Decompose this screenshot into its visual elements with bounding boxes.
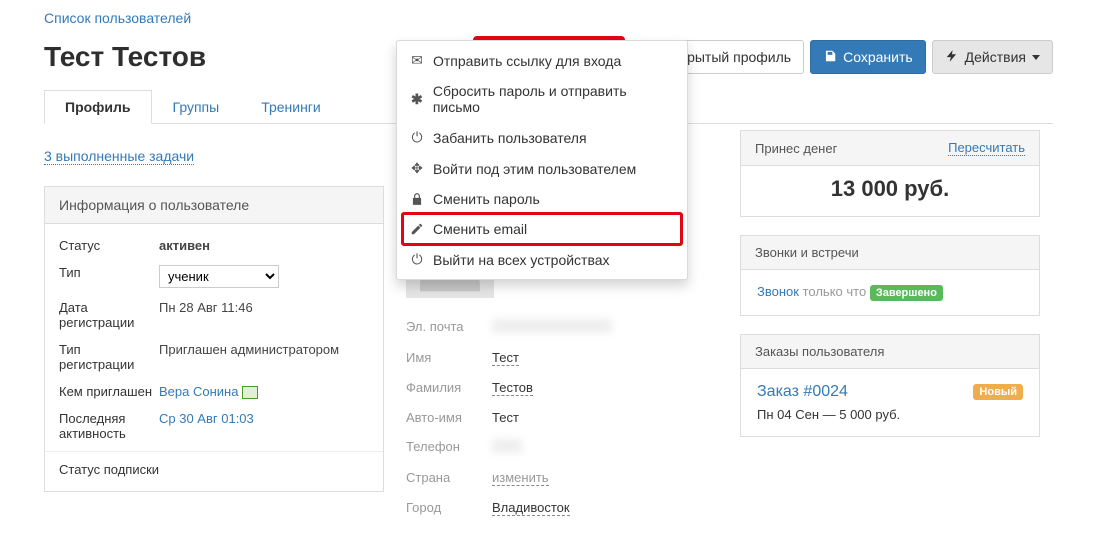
power-icon: ⏻ (409, 129, 425, 146)
asterisk-icon: ✱ (409, 91, 425, 108)
actions-label: Действия (965, 49, 1026, 65)
firstname-label: Имя (406, 350, 492, 366)
menu-logout-all[interactable]: ⏻ Выйти на всех устройствах (397, 244, 687, 275)
invited-by-label: Кем приглашен (59, 384, 159, 399)
envelope-icon: ✉ (409, 52, 425, 69)
save-label: Сохранить (843, 49, 913, 65)
subscription-status-label: Статус подписки (59, 462, 159, 477)
user-info-panel: Информация о пользователе Статус активен… (44, 186, 384, 492)
tab-profile[interactable]: Профиль (44, 90, 152, 124)
menu-ban-user[interactable]: ⏻ Забанить пользователя (397, 122, 687, 153)
edit-icon (409, 222, 425, 236)
order-status-badge: Новый (973, 384, 1023, 400)
reg-date-value: Пн 28 Авг 11:46 (159, 300, 369, 330)
type-label: Тип (59, 265, 159, 288)
menu-login-as[interactable]: ✥ Войти под этим пользователем (397, 153, 687, 184)
save-icon (823, 49, 837, 66)
reg-date-label: Дата регистрации (59, 300, 159, 330)
save-button[interactable]: Сохранить (810, 40, 926, 74)
auth-menu: ✉ Отправить ссылку для входа ✱ Сбросить … (396, 40, 688, 280)
city-value[interactable]: Владивосток (492, 500, 570, 516)
lastname-label: Фамилия (406, 380, 492, 396)
orders-panel-title: Заказы пользователя (755, 344, 884, 359)
menu-send-login-link[interactable]: ✉ Отправить ссылку для входа (397, 45, 687, 76)
phone-value (492, 439, 522, 453)
lastname-value[interactable]: Тестов (492, 380, 533, 396)
autoname-label: Авто-имя (406, 410, 492, 425)
move-icon: ✥ (409, 160, 425, 177)
autoname-value: Тест (492, 410, 718, 425)
money-panel: Принес денег Пересчитать 13 000 руб. (740, 130, 1040, 217)
country-change-link[interactable]: изменить (492, 470, 549, 486)
invited-by-link[interactable]: Вера Сонина (159, 384, 238, 399)
completed-tasks-link[interactable]: 3 выполненные задачи (44, 148, 194, 165)
call-status-badge: Завершено (870, 285, 943, 301)
actions-dropdown-button[interactable]: Действия (932, 40, 1053, 74)
email-label: Эл. почта (406, 319, 492, 336)
firstname-value[interactable]: Тест (492, 350, 519, 366)
recalculate-link[interactable]: Пересчитать (948, 140, 1025, 156)
call-when: только что (803, 284, 867, 299)
last-activity-label: Последняя активность (59, 411, 159, 441)
money-panel-title: Принес денег (755, 141, 837, 156)
money-badge-icon (242, 386, 258, 399)
money-value: 13 000 руб. (741, 166, 1039, 216)
country-label: Страна (406, 470, 492, 486)
power-icon: ⏻ (409, 251, 425, 268)
order-link[interactable]: Заказ #0024 (757, 383, 848, 401)
call-link[interactable]: Звонок (757, 284, 799, 299)
calls-panel: Звонки и встречи Звонок только что Завер… (740, 235, 1040, 316)
order-details: Пн 04 Сен — 5 000 руб. (757, 407, 1023, 422)
calls-panel-title: Звонки и встречи (755, 245, 859, 260)
status-label: Статус (59, 238, 159, 253)
status-value: активен (159, 238, 210, 253)
reg-type-value: Приглашен администратором (159, 342, 369, 372)
menu-change-email[interactable]: Сменить email (397, 214, 687, 244)
user-info-title: Информация о пользователе (45, 187, 383, 224)
lightning-icon (945, 49, 959, 66)
city-label: Город (406, 500, 492, 516)
page-title: Тест Тестов (44, 41, 206, 73)
users-list-link[interactable]: Список пользователей (44, 10, 191, 26)
caret-down-icon (1032, 55, 1040, 60)
menu-reset-password[interactable]: ✱ Сбросить пароль и отправить письмо (397, 76, 687, 122)
tab-groups[interactable]: Группы (152, 90, 241, 124)
lock-icon (409, 192, 425, 206)
orders-panel: Заказы пользователя Заказ #0024 Новый Пн… (740, 334, 1040, 437)
reg-type-label: Тип регистрации (59, 342, 159, 372)
menu-change-password[interactable]: Сменить пароль (397, 184, 687, 214)
last-activity-link[interactable]: Ср 30 Авг 01:03 (159, 411, 254, 426)
email-value (492, 319, 612, 333)
tab-trainings[interactable]: Тренинги (240, 90, 342, 124)
user-type-select[interactable]: ученик (159, 265, 279, 288)
phone-label: Телефон (406, 439, 492, 456)
